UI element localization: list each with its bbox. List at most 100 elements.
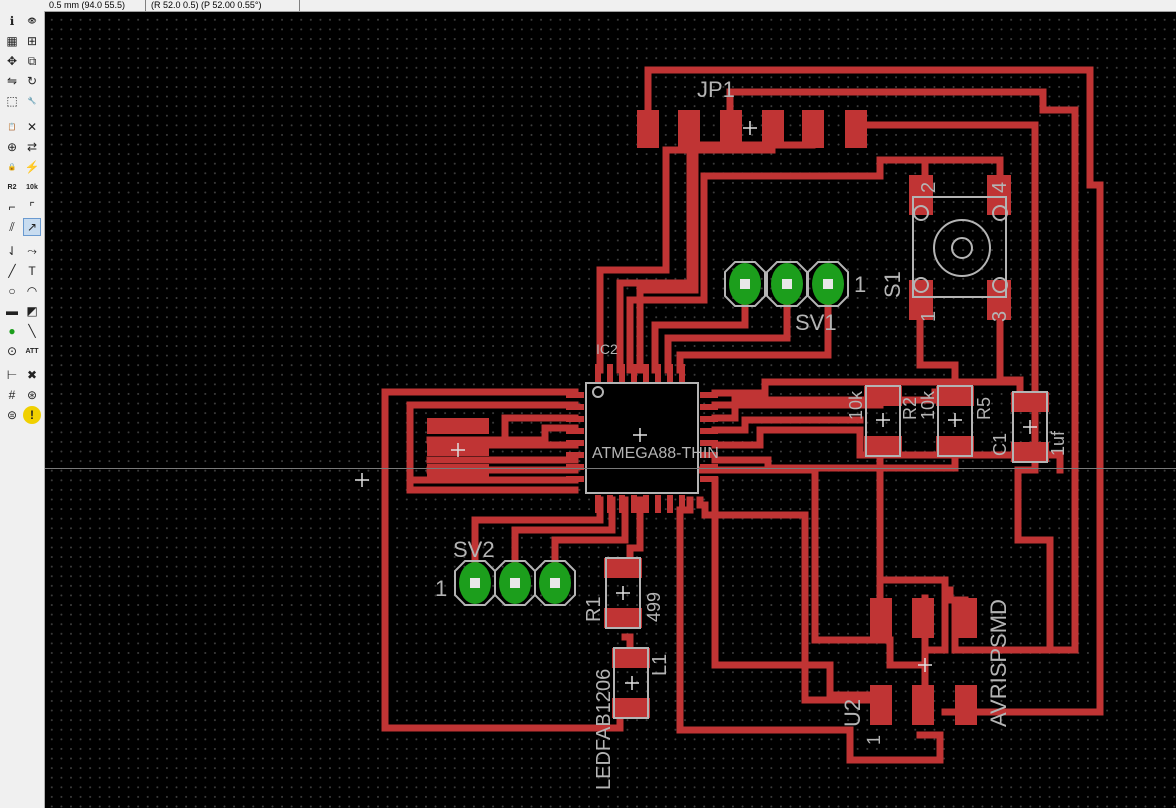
trace-6 xyxy=(876,156,1004,184)
tool-optimize-glyph: ⫽ xyxy=(9,219,15,234)
tool-wire-icon[interactable]: ╱ xyxy=(3,262,21,280)
tool-group-icon[interactable]: ⬚ xyxy=(3,92,21,110)
tool-value-glyph: 10k xyxy=(26,183,38,191)
tool-mark-icon[interactable]: ⊞ xyxy=(23,32,41,50)
ic2-pin-bottom-3 xyxy=(631,495,637,513)
tool-split-icon[interactable]: ⌐ xyxy=(3,198,21,216)
tool-text-glyph: T xyxy=(28,264,36,278)
ic2-pin-top-6 xyxy=(667,364,673,382)
r2-pad-a xyxy=(864,386,902,406)
l1-pad-a xyxy=(612,648,650,668)
tool-arc-icon[interactable]: ◠ xyxy=(23,282,41,300)
tool-route-icon[interactable]: ↗ xyxy=(23,218,41,236)
ic2-pin-top-3 xyxy=(631,364,637,382)
tool-rotate-icon[interactable]: ↻ xyxy=(23,72,41,90)
tool-via-icon[interactable]: ● xyxy=(3,322,21,340)
ic2-pin-bottom-2 xyxy=(619,495,625,513)
tool-copy-glyph: ⧉ xyxy=(27,53,37,68)
tool-optimize-icon[interactable]: ⫽ xyxy=(3,218,21,236)
tool-rotate-glyph: ↻ xyxy=(26,74,38,88)
label-s1-pin4: 4 xyxy=(989,182,1011,193)
sv1-pin-1-hole xyxy=(740,279,750,289)
label-c1: C1 xyxy=(990,433,1010,456)
status-bar: 0.5 mm (94.0 55.5) (R 52.0 0.5) (P 52.00… xyxy=(0,0,1176,12)
tool-lock-icon[interactable]: 🔒 xyxy=(3,158,21,176)
tool-move-glyph: ✥ xyxy=(6,54,18,68)
tool-ripup-glyph: ⇃ xyxy=(6,244,18,258)
jp1-pad-5 xyxy=(802,110,824,148)
tool-attribute-glyph: ATT xyxy=(25,347,39,355)
tool-smash-icon[interactable]: ⚡ xyxy=(23,158,41,176)
tool-copy-icon[interactable]: ⧉ xyxy=(23,52,41,70)
r5-pad-b xyxy=(936,436,974,456)
left-pad-1 xyxy=(427,418,489,434)
tool-ratsnest-icon[interactable]: ✖ xyxy=(23,366,41,384)
ic2-pin-bottom-0 xyxy=(595,495,601,513)
c1-pad-b xyxy=(1011,442,1049,462)
tool-ripup-icon[interactable]: ⇃ xyxy=(3,242,21,260)
tool-hole-icon[interactable]: ⊙ xyxy=(3,342,21,360)
label-u2: U2 xyxy=(840,699,865,727)
tool-via-glyph: ● xyxy=(8,324,16,338)
u2-pad-1 xyxy=(870,598,892,638)
tool-show-icon[interactable]: 👁 xyxy=(23,12,41,30)
tool-autoroute-glyph: ⤳ xyxy=(27,243,37,258)
label-r1-value: 499 xyxy=(644,592,664,622)
tool-dimension-icon[interactable]: ⊢ xyxy=(3,366,21,384)
tool-paste-icon[interactable]: 📋 xyxy=(3,118,21,136)
tool-display-icon[interactable]: ▦ xyxy=(3,32,21,50)
ic2-pin-top-1 xyxy=(607,364,613,382)
tool-circle-icon[interactable]: ○ xyxy=(3,282,21,300)
tool-signal-icon[interactable]: ╲ xyxy=(23,322,41,340)
tool-rect-icon[interactable]: ▬ xyxy=(3,302,21,320)
tool-text-icon[interactable]: T xyxy=(23,262,41,280)
board-canvas[interactable]: JP1 SV1 1 IC2 ATMEGA88-THIN S1 2 4 1 3 10k R2 10k R5 C… xyxy=(45,12,1176,808)
tool-delete-glyph: ✕ xyxy=(26,120,38,134)
tool-auto-icon[interactable]: # xyxy=(3,386,21,404)
tool-delete-icon[interactable]: ✕ xyxy=(23,118,41,136)
tool-hole-glyph: ⊙ xyxy=(6,344,18,358)
tool-mirror-icon[interactable]: ⇋ xyxy=(3,72,21,90)
ic2-pin-top-5 xyxy=(655,364,661,382)
ic2-pin-right-6 xyxy=(700,464,718,470)
label-s1-pin3: 3 xyxy=(989,311,1011,322)
label-ic2-value: ATMEGA88-THIN xyxy=(592,445,719,462)
tool-add-icon[interactable]: ⊕ xyxy=(3,138,21,156)
ic2-pin-left-3 xyxy=(566,428,584,434)
ic2-pin-left-5 xyxy=(566,452,584,458)
sv2-pin-3-hole xyxy=(550,578,560,588)
tool-mark-glyph: ⊞ xyxy=(26,34,38,48)
jp1-pad-6 xyxy=(845,110,867,148)
tool-move-icon[interactable]: ✥ xyxy=(3,52,21,70)
tool-stop-icon[interactable]: ! xyxy=(23,406,41,424)
tool-autoroute-icon[interactable]: ⤳ xyxy=(23,242,41,260)
jp1-pad-1 xyxy=(637,110,659,148)
label-l1: L1 xyxy=(649,654,671,676)
r1-pad-b xyxy=(604,608,642,628)
ic2-pin-right-3 xyxy=(700,428,718,434)
tool-name-icon[interactable]: R2 xyxy=(3,178,21,196)
ic2-pin-right-2 xyxy=(700,416,718,422)
tool-polygon-icon[interactable]: ◩ xyxy=(23,302,41,320)
tool-replace-glyph: ⇄ xyxy=(26,140,38,154)
tool-change-glyph: 🔧 xyxy=(27,98,37,105)
tool-polygon-glyph: ◩ xyxy=(26,304,38,318)
tool-show-glyph: 👁 xyxy=(27,18,37,25)
tool-miter-icon[interactable]: ⌜ xyxy=(23,198,41,216)
tool-attribute-icon[interactable]: ATT xyxy=(23,342,41,360)
tool-drc-icon[interactable]: ⊛ xyxy=(23,386,41,404)
coordinate-readout: 0.5 mm (94.0 55.5) xyxy=(46,0,146,11)
tool-replace-icon[interactable]: ⇄ xyxy=(23,138,41,156)
u2-pad-3 xyxy=(955,598,977,638)
tool-circle-glyph: ○ xyxy=(8,284,16,298)
tool-change-icon[interactable]: 🔧 xyxy=(23,92,41,110)
ic2-pin-bottom-7 xyxy=(679,495,685,513)
tool-stop-glyph: ! xyxy=(30,408,34,422)
r5-pad-a xyxy=(936,386,974,406)
label-u2-pin1: 1 xyxy=(864,735,884,745)
tool-errors-icon[interactable]: ⊜ xyxy=(3,406,21,424)
tool-smash-glyph: ⚡ xyxy=(24,160,40,174)
tool-info-icon[interactable]: ℹ xyxy=(3,12,21,30)
tool-value-icon[interactable]: 10k xyxy=(23,178,41,196)
tool-miter-glyph: ⌜ xyxy=(29,200,35,214)
